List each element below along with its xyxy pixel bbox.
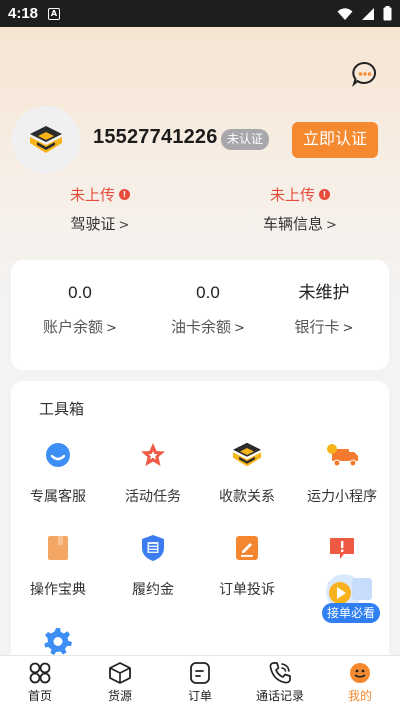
- wifi-icon: [337, 7, 353, 20]
- chevron-right-icon: >: [234, 321, 245, 336]
- vehicle-info-entry[interactable]: 未上传 ! 车辆信息 >: [235, 184, 365, 234]
- bottom-navigation: 首页 货源 订单 通话记录 我的: [0, 655, 400, 711]
- phone-number: 15527741226: [93, 126, 218, 148]
- home-grid-icon: [29, 662, 51, 684]
- status-icons: [337, 6, 392, 21]
- vehicle-info-status: 未上传 !: [235, 184, 365, 205]
- tool-customer-service[interactable]: 专属客服: [11, 441, 105, 506]
- toolbox-title: 工具箱: [39, 400, 85, 418]
- tool-activity-tasks[interactable]: 活动任务: [106, 441, 200, 506]
- complaint-edit-icon: [236, 536, 258, 560]
- bank-card[interactable]: 未维护 银行卡 >: [261, 282, 387, 337]
- violation-icon: [330, 538, 354, 559]
- warning-icon: !: [119, 189, 130, 200]
- fuel-card-balance[interactable]: 0.0 油卡余额 >: [145, 282, 271, 337]
- driver-license-entry[interactable]: 未上传 ! 驾驶证 >: [35, 184, 165, 234]
- manual-icon: [48, 536, 68, 560]
- verification-status-badge: 未认证: [221, 129, 270, 150]
- cargo-box-icon: [109, 662, 131, 684]
- nav-call-records[interactable]: 通话记录: [240, 656, 320, 711]
- mine-face-icon: [350, 663, 370, 683]
- vehicle-info-label: 车辆信息 >: [263, 215, 337, 233]
- tool-capacity-miniprogram[interactable]: 运力小程序: [295, 441, 389, 506]
- driver-license-label: 驾驶证 >: [70, 215, 130, 233]
- chevron-right-icon: >: [342, 321, 354, 336]
- warning-icon: !: [319, 189, 330, 200]
- status-bar: 4:18 A: [0, 0, 400, 27]
- notification-icon: A: [48, 7, 61, 20]
- chat-bubble-icon: [352, 61, 377, 87]
- tool-payee-relations[interactable]: 收款关系: [200, 441, 294, 506]
- customer-service-icon: [46, 443, 70, 467]
- message-button[interactable]: [351, 60, 379, 88]
- status-time: 4:18: [8, 5, 39, 22]
- balance-card: 0.0 账户余额 > 0.0 油卡余额 > 未维护 银行卡 >: [11, 260, 389, 370]
- nav-orders[interactable]: 订单: [160, 656, 240, 711]
- truck-icon: [327, 444, 358, 467]
- battery-icon: [383, 6, 392, 21]
- fuel-card-balance-value: 0.0: [196, 283, 220, 302]
- bank-card-label: 银行卡 >: [294, 318, 354, 336]
- star-task-icon: [141, 443, 165, 466]
- bank-card-value: 未维护: [298, 283, 350, 302]
- order-icon: [190, 662, 210, 684]
- chevron-right-icon: >: [106, 321, 117, 336]
- account-balance[interactable]: 0.0 账户余额 >: [17, 282, 143, 337]
- driver-license-status: 未上传 !: [35, 184, 165, 205]
- tool-operation-manual[interactable]: 操作宝典: [11, 534, 105, 599]
- payee-logo-icon: [233, 442, 261, 467]
- nav-mine[interactable]: 我的: [320, 656, 400, 711]
- phone-log-icon: [269, 662, 291, 684]
- chevron-right-icon: >: [326, 218, 337, 233]
- tool-performance-deposit[interactable]: 履约金: [106, 534, 200, 599]
- brand-logo-icon: [30, 126, 62, 153]
- account-balance-value: 0.0: [68, 283, 92, 302]
- order-guide-label[interactable]: 接单必看: [322, 603, 380, 623]
- tool-order-complaint[interactable]: 订单投诉: [200, 534, 294, 599]
- nav-cargo[interactable]: 货源: [80, 656, 160, 711]
- verify-now-button[interactable]: 立即认证: [292, 122, 378, 158]
- chevron-right-icon: >: [118, 218, 130, 233]
- toolbox-card: 工具箱 专属客服 活动任务 收款关系 运力小程序 操作宝典 履约金 订单投诉: [11, 381, 389, 681]
- avatar[interactable]: [12, 106, 80, 174]
- settings-gear-icon: [44, 628, 72, 655]
- signal-icon: [362, 7, 374, 20]
- account-balance-label: 账户余额 >: [43, 318, 117, 336]
- deposit-shield-icon: [142, 535, 164, 561]
- fuel-card-balance-label: 油卡余额 >: [171, 318, 245, 336]
- nav-home[interactable]: 首页: [0, 656, 80, 711]
